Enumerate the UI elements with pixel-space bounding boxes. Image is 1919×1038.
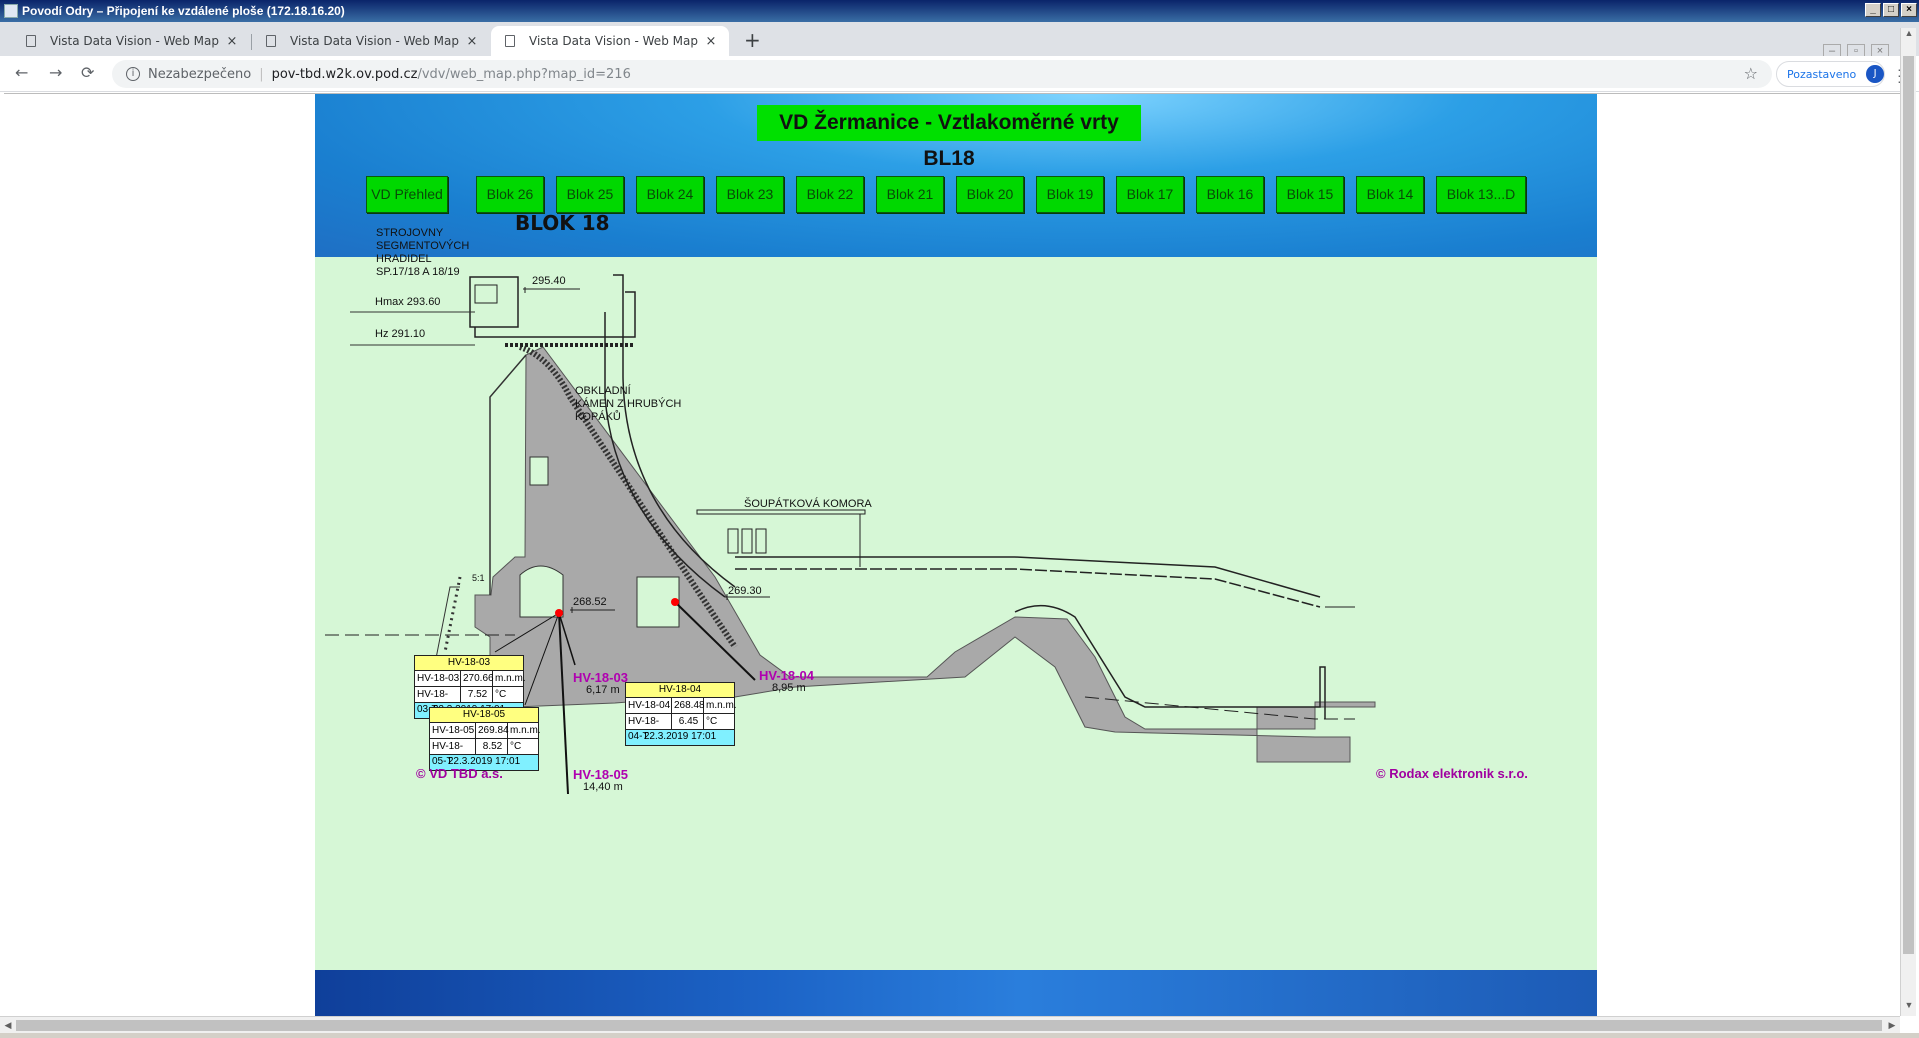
dam-cross-section-drawing: BLOK 18 STROJOVNY SEGMENTOVÝCH HRADIDEL … [315,211,1597,970]
new-tab-button[interactable]: + [744,28,761,52]
scroll-left-icon[interactable]: ◀ [0,1017,16,1033]
probe-depth-hv-18-05: 14,40 m [583,781,623,793]
nav-link-blok-16[interactable]: Blok 16 [1196,176,1264,213]
horizontal-scrollbar[interactable]: ◀ ▶ [0,1016,1900,1033]
tab-title: Vista Data Vision - Web Map [50,34,219,48]
forward-arrow-icon[interactable]: → [49,63,62,82]
downstream-channel-top [735,556,1321,598]
label-hz: Hz 291.10 [375,328,426,340]
label-obkladni: OBKLADNÍ KÁMEN Z HRUBÝCH KOPÁKŮ [575,385,682,423]
scroll-down-icon[interactable]: ▼ [1901,1000,1917,1016]
valve-chamber-roof [696,509,866,515]
bookmark-star-icon[interactable]: ☆ [1744,64,1758,83]
vertical-scroll-thumb[interactable] [1903,56,1914,954]
table-row: HV-18-05 269.84 m.n.m. [430,723,541,739]
document-icon [266,35,276,47]
data-table-hv-18-04[interactable]: HV-18-04 HV-18-04 268.48 m.n.m. HV-18-04… [625,682,737,746]
elev-marker-295 [523,287,580,293]
nav-link-blok-15[interactable]: Blok 15 [1276,176,1344,213]
nav-link-blok-20[interactable]: Blok 20 [956,176,1024,213]
browser-tab-2[interactable]: Vista Data Vision - Web Map × [252,26,490,56]
tab-title: Vista Data Vision - Web Map [529,34,698,48]
window-controls: _ □ × [1865,3,1917,17]
browser-tab-bar: Vista Data Vision - Web Map × Vista Data… [0,22,1919,58]
omnibox-separator: | [259,66,264,82]
page-title: VD Žermanice - Vztlakoměrné vrty BL18 [757,105,1141,170]
table-header: HV-18-04 [626,683,734,698]
profile-label: Pozastaveno [1787,67,1857,81]
table-header: HV-18-03 [415,656,523,671]
label-elev-269: 269.30 [728,585,762,597]
window-title: Povodí Odry – Připojení ke vzdálené ploš… [22,4,345,18]
label-soupatkova: ŠOUPÁTKOVÁ KOMORA [744,498,872,510]
probe-depth-hv-18-04: 8,95 m [772,682,806,694]
scroll-right-icon[interactable]: ▶ [1884,1017,1900,1033]
probe-point-hv-18-03 [555,609,563,617]
gallery-lower [519,565,564,618]
url-path: /vdv/web_map.php?map_id=216 [417,66,631,82]
horizontal-scroll-thumb[interactable] [16,1020,1882,1031]
tab-close-icon[interactable]: × [464,34,480,49]
nav-link-blok-24[interactable]: Blok 24 [636,176,704,213]
vertical-scrollbar[interactable]: ▲ ▼ [1900,28,1916,1016]
credit-rodax: © Rodax elektronik s.r.o. [1376,766,1528,781]
probe-name-hv-18-04: HV-18-04 [759,668,814,683]
table-row: HV-18-04-T 6.45 °C [626,714,734,742]
table-row: HV-18-05-T 8.52 °C [430,739,538,767]
back-arrow-icon[interactable]: ← [15,63,28,82]
security-label: Nezabezpečeno [148,66,252,82]
browser-tab-3-active[interactable]: Vista Data Vision - Web Map × [491,26,729,56]
nav-link-blok-13-d[interactable]: Blok 13...D [1436,176,1526,213]
tab-title: Vista Data Vision - Web Map [290,34,459,48]
table-header: HV-18-05 [430,708,538,723]
remote-desktop-icon [4,4,18,18]
dam-drawing-svg [325,274,1376,795]
scroll-up-icon[interactable]: ▲ [1901,28,1917,44]
browser-tab-1[interactable]: Vista Data Vision - Web Map × [12,26,250,56]
dam-body [429,346,1376,763]
label-elev-268: 268.52 [573,596,607,608]
probe-name-hv-18-05: HV-18-05 [573,767,628,782]
table-row: HV-18-04 268.48 m.n.m. [626,698,737,714]
profile-button[interactable]: Pozastaveno J [1776,61,1885,87]
label-slope: 5:1 [472,573,485,583]
block-title: BLOK 18 [515,211,610,235]
table-row: HV-18-03-T 7.52 °C [415,687,523,715]
reload-icon[interactable]: ⟳ [81,63,94,82]
close-window-button[interactable]: × [1901,3,1917,17]
window-bottom-edge [0,1033,1919,1038]
nav-link-blok-21[interactable]: Blok 21 [876,176,944,213]
table-row: HV-18-03 270.66 m.n.m. [415,671,526,687]
browser-toolbar: ← → ⟳ i Nezabezpečeno | pov-tbd.w2k.ov.p… [0,56,1919,92]
nav-link-blok-23[interactable]: Blok 23 [716,176,784,213]
nav-link-blok-19[interactable]: Blok 19 [1036,176,1104,213]
credit-vd-tbd: © VD TBD a.s. [416,766,503,781]
nav-link-blok-17[interactable]: Blok 17 [1116,176,1184,213]
address-bar[interactable]: i Nezabezpečeno | pov-tbd.w2k.ov.pod.cz … [112,60,1772,88]
gallery-upper [529,456,549,486]
avatar: J [1866,65,1884,83]
tab-close-icon[interactable]: × [224,34,240,49]
probe-depth-hv-18-03: 6,17 m [586,684,620,696]
document-icon [505,35,515,47]
info-icon[interactable]: i [126,67,140,81]
nav-link-vd-prehled[interactable]: VD Přehled [366,176,448,213]
nav-link-blok-22[interactable]: Blok 22 [796,176,864,213]
document-icon [26,35,36,47]
url-host: pov-tbd.w2k.ov.pod.cz [271,66,418,82]
label-hmax: Hmax 293.60 [375,296,441,308]
nav-link-blok-14[interactable]: Blok 14 [1356,176,1424,213]
maximize-button[interactable]: □ [1883,3,1899,17]
nav-link-blok-25[interactable]: Blok 25 [556,176,624,213]
label-elev-295: 295.40 [532,275,566,287]
data-table-hv-18-05[interactable]: HV-18-05 HV-18-05 269.84 m.n.m. HV-18-05… [429,707,541,771]
probe-name-hv-18-03: HV-18-03 [573,670,628,685]
probe-point-hv-18-04 [671,598,679,606]
tab-close-icon[interactable]: × [703,34,719,49]
minimize-button[interactable]: _ [1865,3,1881,17]
nav-link-blok-26[interactable]: Blok 26 [476,176,544,213]
label-strojovny: STROJOVNY SEGMENTOVÝCH HRADIDEL SP.17/18… [376,227,470,278]
page-footer-banner [315,970,1597,1016]
remote-desktop-titlebar: Povodí Odry – Připojení ke vzdálené ploš… [0,0,1919,22]
